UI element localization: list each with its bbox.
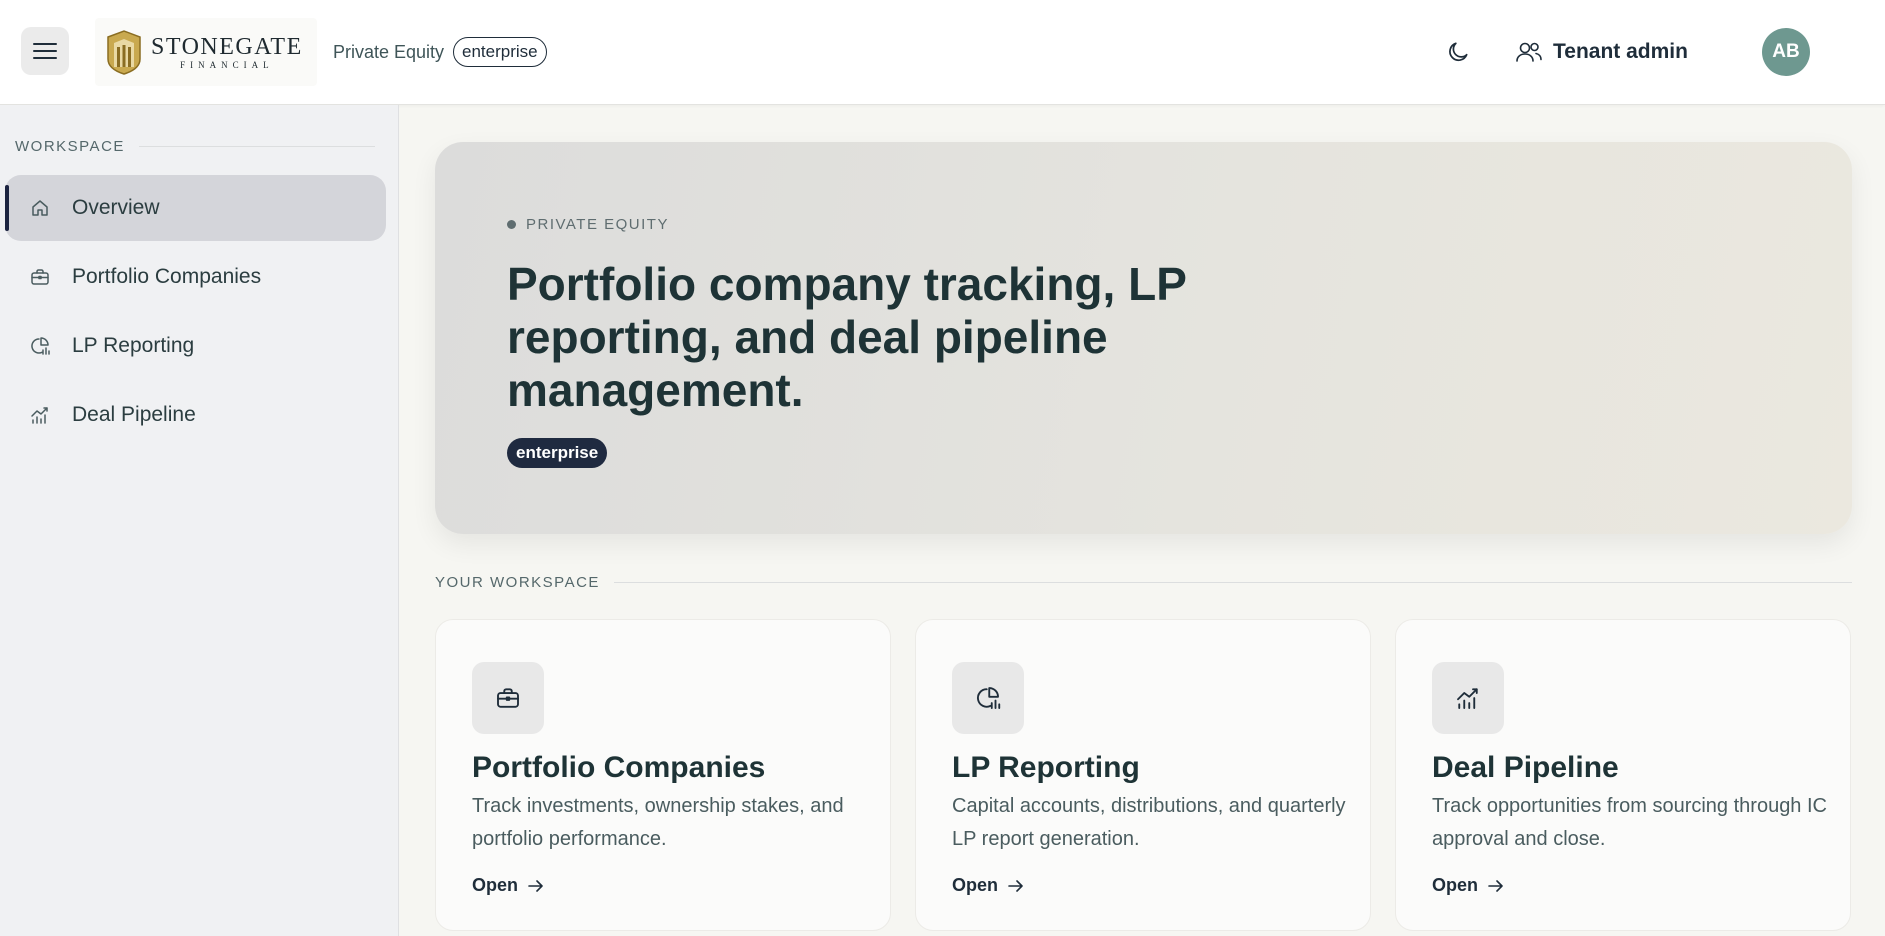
card-portfolio-companies[interactable]: Portfolio Companies Track investments, o… — [435, 619, 891, 931]
brand-name: STONEGATE — [151, 34, 303, 60]
card-title: LP Reporting — [952, 751, 1140, 784]
divider — [138, 146, 375, 147]
sidebar-item-lp-reporting[interactable]: LP Reporting — [5, 313, 386, 379]
sidebar-item-label: LP Reporting — [72, 334, 195, 357]
open-label: Open — [952, 875, 999, 895]
arrow-right-icon — [1008, 879, 1023, 892]
arrow-right-icon — [1488, 879, 1503, 892]
tenant-admin-button[interactable]: Tenant admin — [1515, 34, 1688, 70]
card-open-link[interactable]: Open — [472, 875, 546, 896]
tier-badge: enterprise — [453, 37, 547, 67]
open-label: Open — [472, 875, 519, 895]
card-icon-tile — [952, 662, 1024, 734]
card-title: Deal Pipeline — [1432, 751, 1619, 784]
arrow-right-icon — [528, 879, 543, 892]
user-avatar[interactable]: AB — [1762, 28, 1810, 76]
divider — [613, 582, 1852, 583]
stonegate-emblem-icon — [107, 30, 141, 75]
card-description: Capital accounts, distributions, and qua… — [952, 795, 1346, 850]
card-open-link[interactable]: Open — [1432, 875, 1506, 896]
briefcase-icon — [497, 688, 519, 708]
hero-eyebrow: PRIVATE EQUITY — [507, 216, 669, 233]
pie-chart-icon — [977, 687, 1001, 709]
sidebar-item-label: Overview — [72, 196, 160, 219]
hero-tier-badge: enterprise — [507, 438, 608, 468]
sidebar-heading-label: WORKSPACE — [15, 138, 125, 155]
sidebar-item-label: Deal Pipeline — [72, 403, 196, 426]
moon-icon — [1449, 42, 1468, 62]
top-header: STONEGATE FINANCIAL Private Equity enter… — [0, 0, 1885, 105]
card-icon-tile — [472, 662, 544, 734]
card-description: Track investments, ownership stakes, and… — [472, 795, 844, 850]
users-icon — [1516, 42, 1542, 62]
workspace-heading-label: YOUR WORKSPACE — [435, 574, 600, 591]
menu-toggle-button[interactable] — [21, 27, 69, 75]
trend-chart-icon — [31, 407, 48, 424]
bullet-dot — [507, 220, 516, 229]
card-deal-pipeline[interactable]: Deal Pipeline Track opportunities from s… — [1395, 619, 1851, 931]
tenant-admin-label: Tenant admin — [1553, 40, 1688, 63]
pie-chart-icon — [31, 337, 50, 355]
brand-subtitle: FINANCIAL — [180, 60, 274, 70]
sidebar-item-label: Portfolio Companies — [72, 265, 262, 288]
home-icon — [32, 200, 48, 216]
open-label: Open — [1432, 875, 1479, 895]
trend-chart-icon — [1457, 688, 1478, 709]
hero-eyebrow-label: PRIVATE EQUITY — [526, 216, 669, 233]
sidebar-item-overview[interactable]: Overview — [5, 175, 386, 241]
sidebar-item-deal-pipeline[interactable]: Deal Pipeline — [5, 382, 386, 448]
sidebar-section-heading: WORKSPACE — [15, 138, 375, 155]
card-description: Track opportunities from sourcing throug… — [1432, 795, 1827, 850]
card-open-link[interactable]: Open — [952, 875, 1026, 896]
workspace-section-heading: YOUR WORKSPACE — [435, 574, 1852, 591]
card-lp-reporting[interactable]: LP Reporting Capital accounts, distribut… — [915, 619, 1371, 931]
sidebar: WORKSPACE Overview Portfolio Companies L… — [0, 105, 399, 936]
briefcase-icon — [31, 269, 49, 285]
card-icon-tile — [1432, 662, 1504, 734]
brand-logo[interactable]: STONEGATE FINANCIAL — [95, 18, 317, 86]
sidebar-item-portfolio-companies[interactable]: Portfolio Companies — [5, 244, 386, 310]
card-title: Portfolio Companies — [472, 751, 766, 784]
hamburger-icon — [33, 43, 57, 59]
theme-toggle-button[interactable] — [1444, 38, 1472, 66]
hero-title: Portfolio company tracking, LP reporting… — [507, 258, 1187, 416]
hero-banner: PRIVATE EQUITY Portfolio company trackin… — [435, 142, 1852, 534]
tenant-type-label: Private Equity — [333, 42, 445, 62]
